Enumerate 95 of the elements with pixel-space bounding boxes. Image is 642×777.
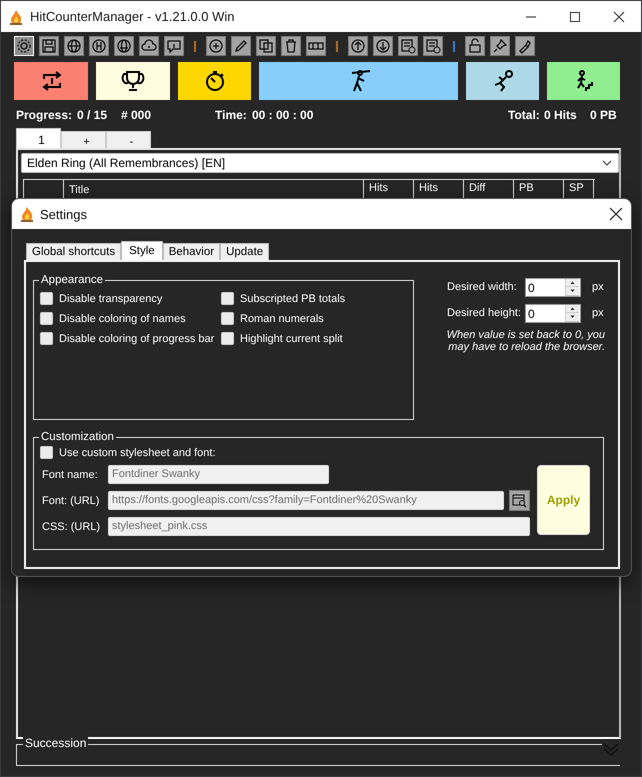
checkbox-label: Use custom stylesheet and font: xyxy=(59,446,216,458)
profile-dropdown[interactable]: Elden Ring (All Remembrances) [EN] xyxy=(21,153,619,173)
checkbox[interactable] xyxy=(40,446,53,459)
profile-tab[interactable]: 1 xyxy=(16,128,61,148)
text-field[interactable]: Fontdiner Swanky xyxy=(108,465,329,484)
group-title: Appearance xyxy=(40,274,104,286)
field-label: Desired width: xyxy=(447,281,518,293)
checkbox[interactable] xyxy=(40,292,53,305)
list-remove-button[interactable] xyxy=(423,36,443,56)
settings-icon xyxy=(16,38,32,54)
cloud-button[interactable] xyxy=(139,36,159,56)
progress-label: Progress: xyxy=(16,108,72,122)
number-field[interactable]: 0 xyxy=(525,304,581,322)
checkbox-label: Disable transparency xyxy=(59,292,162,304)
run-number: # 000 xyxy=(121,108,152,122)
browse-button[interactable] xyxy=(509,490,530,511)
spin-up-icon[interactable] xyxy=(566,278,579,287)
arrow-up-icon xyxy=(350,38,366,54)
timer-button[interactable] xyxy=(178,62,251,100)
arrow-down-icon xyxy=(375,38,391,54)
pin-icon xyxy=(492,38,508,54)
window-search-icon xyxy=(512,493,527,508)
field-label: Desired height: xyxy=(447,307,522,319)
settings-tab[interactable]: Style xyxy=(121,241,163,260)
spin-down-icon[interactable] xyxy=(566,313,579,322)
settings-button[interactable] xyxy=(14,36,34,56)
save-button[interactable] xyxy=(39,36,59,56)
counter-button[interactable] xyxy=(306,36,326,56)
speech-bubble-icon xyxy=(166,38,182,54)
field-label: Font: (URL) xyxy=(42,494,100,506)
pin-button[interactable] xyxy=(490,36,510,56)
personal-best-button[interactable] xyxy=(96,62,170,100)
hits-value: 0 Hits xyxy=(544,108,577,122)
trash-icon xyxy=(283,38,299,54)
pb-value: 0 PB xyxy=(590,108,617,122)
settings-tab[interactable]: Behavior xyxy=(162,243,220,260)
settings-tab[interactable]: Global shortcuts xyxy=(26,243,122,260)
progress-value: 0 / 15 xyxy=(77,108,108,122)
flame-icon xyxy=(9,8,23,24)
time-label: Time: xyxy=(215,108,247,122)
checkbox-label: Roman numerals xyxy=(240,312,324,324)
profile-tab[interactable]: - xyxy=(106,131,151,148)
arrow-down-button[interactable] xyxy=(373,36,393,56)
padlock-icon xyxy=(467,38,483,54)
maximize-icon[interactable] xyxy=(569,10,581,22)
checkbox[interactable] xyxy=(221,292,234,305)
add-icon xyxy=(208,38,224,54)
list-add-icon xyxy=(400,38,416,54)
checkbox-label: Subscripted PB totals xyxy=(240,292,346,304)
trash-button[interactable] xyxy=(281,36,301,56)
reset-button[interactable] xyxy=(14,62,88,100)
checkbox[interactable] xyxy=(221,312,234,325)
pencil-button[interactable] xyxy=(231,36,251,56)
time-value: 00 : 00 : 00 xyxy=(252,108,314,122)
add-button[interactable] xyxy=(206,36,226,56)
trophy-icon xyxy=(121,69,145,93)
spin-up-icon[interactable] xyxy=(566,304,579,313)
speech-bubble-button[interactable] xyxy=(164,36,184,56)
field-label: Font name: xyxy=(42,468,99,480)
checkbox[interactable] xyxy=(221,332,234,345)
chevron-down-icon xyxy=(602,160,612,166)
copy-button[interactable] xyxy=(256,36,276,56)
copy-icon xyxy=(258,38,274,54)
profile-tab[interactable]: + xyxy=(61,131,106,148)
text-field[interactable]: stylesheet_pink.css xyxy=(108,517,530,536)
flashlight-button[interactable] xyxy=(515,36,535,56)
flashlight-icon xyxy=(517,38,533,54)
number-field[interactable]: 0 xyxy=(525,278,581,296)
hit-button[interactable] xyxy=(466,62,539,100)
checkbox-label: Disable coloring of progress bar xyxy=(59,332,214,344)
list-add-button[interactable] xyxy=(398,36,418,56)
unit-label: px xyxy=(592,307,604,319)
close-icon[interactable] xyxy=(609,207,623,221)
pencil-icon xyxy=(233,38,249,54)
total-label: Total: xyxy=(508,108,540,122)
field-label: CSS: (URL) xyxy=(42,520,102,532)
checkbox-label: Highlight current split xyxy=(240,332,343,344)
checkbox-label: Disable coloring of names xyxy=(59,312,186,324)
unit-label: px xyxy=(592,281,604,293)
flame-icon xyxy=(20,206,34,222)
window-title: HitCounterManager - v1.21.0.0 Win xyxy=(30,9,236,24)
settings-tab[interactable]: Update xyxy=(220,243,270,260)
hint-text: When value is set back to 0, you may have to reload the browser. xyxy=(446,329,605,353)
close-icon[interactable] xyxy=(613,10,625,22)
save-icon xyxy=(41,38,57,54)
group-title: Customization xyxy=(40,431,115,443)
split-button[interactable] xyxy=(547,62,620,100)
list-remove-icon xyxy=(425,38,441,54)
checkbox[interactable] xyxy=(40,312,53,325)
checkbox[interactable] xyxy=(40,332,53,345)
group-title: Succession xyxy=(23,736,88,750)
text-field[interactable]: https://fonts.googleapis.com/css?family=Fontdiner%20Swanky xyxy=(108,491,504,510)
padlock-button[interactable] xyxy=(465,36,485,56)
spin-down-icon[interactable] xyxy=(566,287,579,296)
arrow-up-button[interactable] xyxy=(348,36,368,56)
